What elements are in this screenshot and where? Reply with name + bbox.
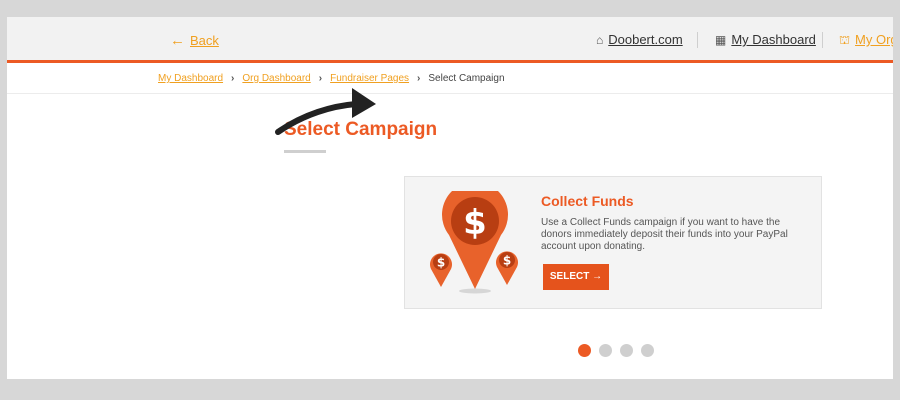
select-button[interactable]: SELECT → [543, 264, 609, 290]
title-underline [284, 150, 326, 153]
campaign-card-collect-funds: $ $ $ Collect Funds Use a Collect Funds … [404, 176, 822, 309]
dashboard-grid-icon: ▦ [715, 33, 727, 47]
card-description: Use a Collect Funds campaign if you want… [541, 217, 788, 252]
nav-link-doobert[interactable]: ⌂ Doobert.com [596, 32, 683, 47]
curved-arrow-icon [275, 88, 376, 135]
carousel-dot[interactable] [641, 344, 654, 357]
nav-link-my-dashboard[interactable]: ▦ My Dashboard [715, 32, 816, 47]
left-arrow-icon: ← [170, 32, 185, 49]
home-icon: ⌂ [596, 33, 604, 47]
svg-text:$: $ [503, 254, 511, 268]
nav-link-label: My Org [855, 32, 893, 47]
nav-link-label: Doobert.com [608, 32, 683, 47]
bank-icon: ⛫ [839, 33, 851, 47]
nav-divider [697, 32, 698, 48]
back-link[interactable]: ← Back [170, 32, 219, 49]
breadcrumb-my-dashboard[interactable]: My Dashboard [158, 73, 223, 84]
nav-divider [822, 32, 823, 48]
top-navigation-bar: ← Back ⌂ Doobert.com ▦ My Dashboard ⛫ My Org [7, 17, 893, 63]
chevron-right-icon: › [417, 73, 421, 84]
svg-text:$: $ [437, 256, 445, 270]
app-frame: ← Back ⌂ Doobert.com ▦ My Dashboard ⛫ My Org… [7, 17, 893, 379]
carousel-dot[interactable] [599, 344, 612, 357]
carousel-dot[interactable] [620, 344, 633, 357]
back-label: Back [190, 33, 219, 48]
carousel-dot[interactable] [578, 344, 591, 357]
chevron-right-icon: › [231, 73, 235, 84]
nav-link-label: My Dashboard [731, 32, 816, 47]
breadcrumb-current: Select Campaign [428, 73, 505, 84]
money-pin-icon: $ $ $ [430, 191, 518, 294]
card-title: Collect Funds [541, 193, 634, 209]
nav-link-my-org[interactable]: ⛫ My Org [839, 32, 893, 49]
breadcrumb-bar: My Dashboard › Org Dashboard › Fundraiser Pa… [7, 66, 893, 94]
svg-text:$: $ [463, 203, 487, 243]
